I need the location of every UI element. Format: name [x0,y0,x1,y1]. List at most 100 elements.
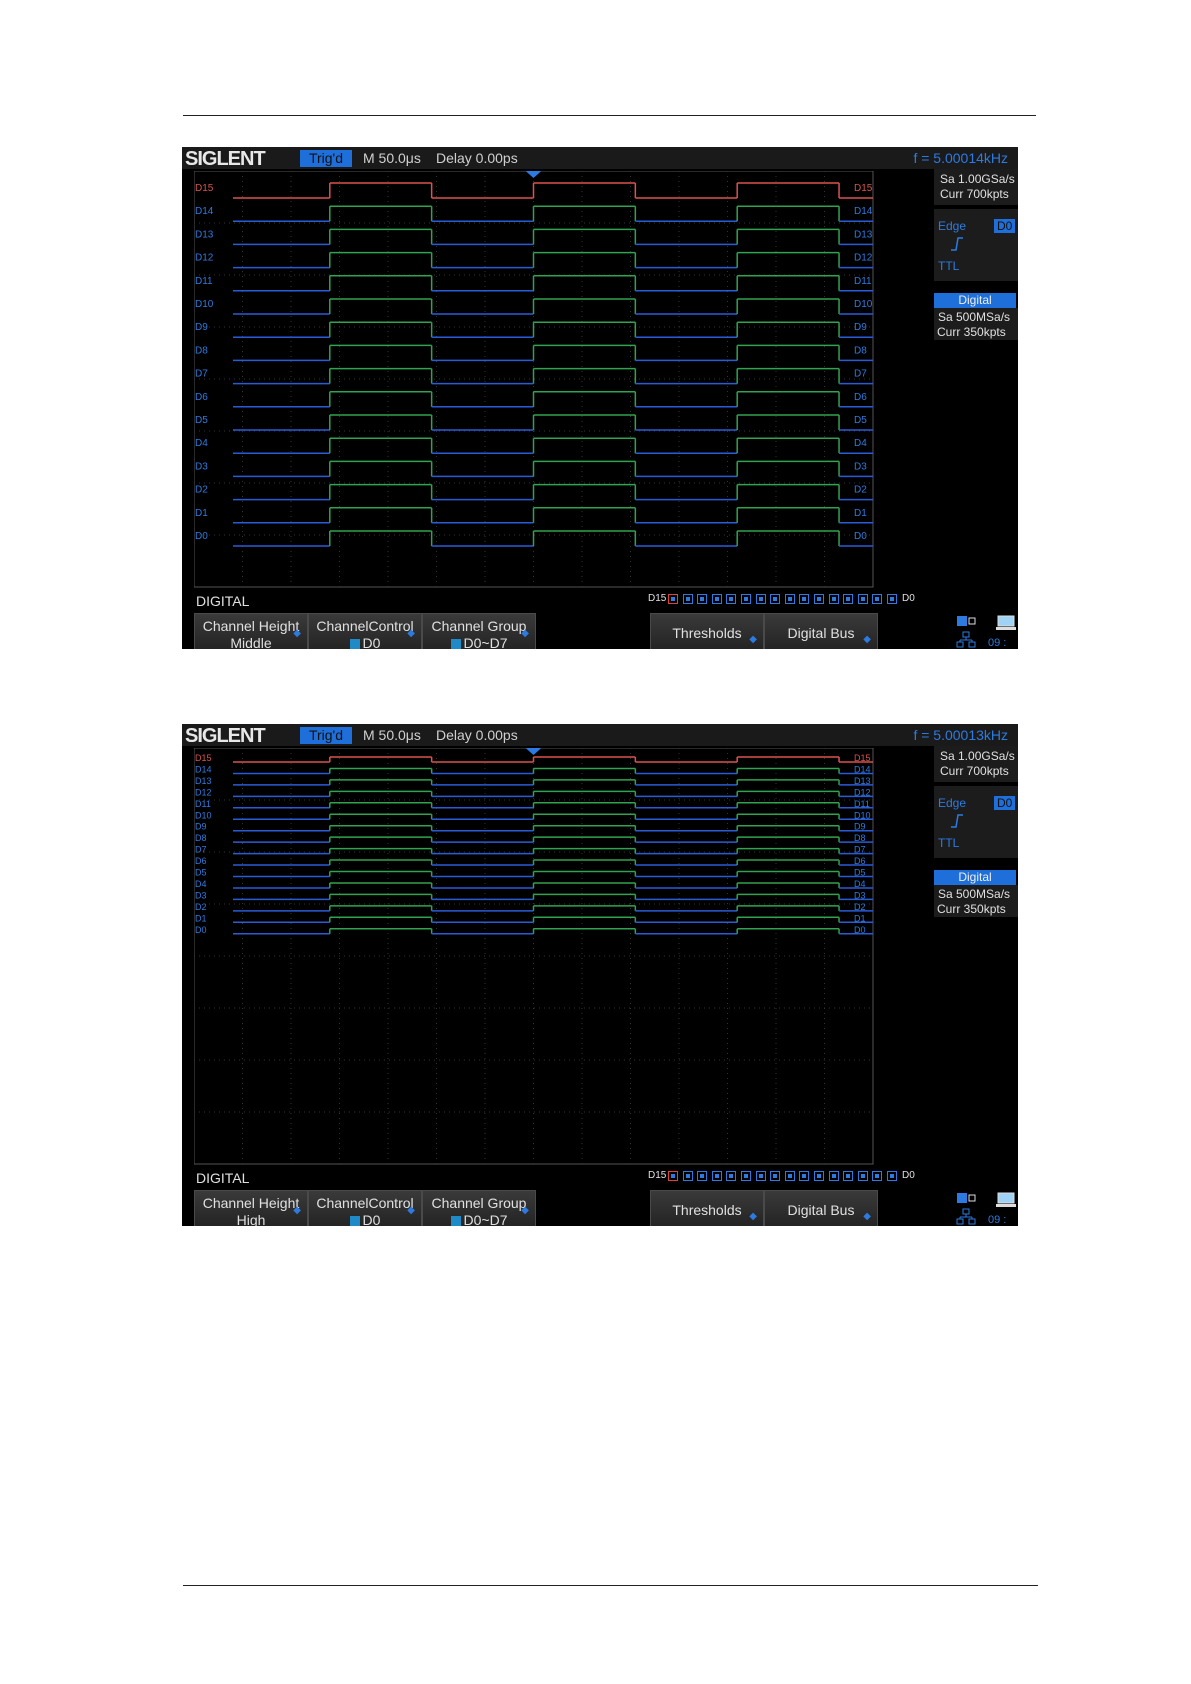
channel-toggle-D10[interactable] [741,594,751,604]
channel-height-button[interactable]: Channel Height Middle ◆ [194,613,308,649]
channel-label-left: D5 [195,415,208,426]
trace-D5 [233,870,873,878]
channel-group-value: D0~D7 [463,1212,508,1226]
memory-depth: Curr 700kpts [940,187,1009,201]
channel-toggle-D0[interactable] [887,594,897,604]
channel-height-button[interactable]: Channel Height High ◆ [194,1190,308,1226]
timebase-readout[interactable]: M 50.0μs [363,150,421,166]
channel-toggle-D12[interactable] [711,594,722,604]
channel-control-value-row: D0 [309,1212,421,1226]
trace-D0 [233,928,873,935]
channel-toggle-D1[interactable] [872,1171,883,1181]
channel-label-left: D13 [195,229,214,240]
channel-toggle-D11[interactable] [726,594,737,604]
digital-box-title[interactable]: Digital [934,293,1016,308]
channel-toggle-D4[interactable] [828,1171,839,1181]
brand-logo: SIGLENT [185,148,266,170]
channel-group-button[interactable]: Channel Group D0~D7 ◆ [422,613,536,649]
info-sidebar: Sa 1.00GSa/s Curr 700kpts Edge D0 TTL Di… [932,169,1018,589]
channel-toggle-D5[interactable] [814,594,824,604]
trace-D10 [233,813,873,820]
clock: 09 : 40 [988,637,1007,649]
channel-label-left: D6 [195,392,208,403]
delay-readout[interactable]: Delay 0.00ps [436,727,518,743]
digital-memory-depth: Curr 350kpts [937,325,1006,339]
channel-toggle-D15[interactable] [668,1171,678,1181]
waveform-display[interactable]: D15 D15D14 D14D13 D13D12 D12D11 D11D10 D10D9 D9… [194,748,930,1166]
computer-icon [996,615,1016,630]
channel-label-right: D9 [854,822,866,832]
channel-toggle-D7[interactable] [784,1171,795,1181]
channel-control-value-row: D0 [309,635,421,649]
header-bar: SIGLENT Trig'd M 50.0μs Delay 0.00ps f =… [182,724,1018,747]
channel-toggle-D13[interactable] [697,1171,708,1181]
channel-label-right: D13 [854,776,871,786]
channel-label-left: D1 [195,913,207,923]
thresholds-button[interactable]: Thresholds ◆ [650,1190,764,1226]
channel-toggle-D3[interactable] [843,594,854,604]
info-sidebar: Sa 1.00GSa/s Curr 700kpts Edge D0 TTL Di… [932,746,1018,1166]
channel-toggle-D9[interactable] [755,594,766,604]
group-color-icon [450,1216,461,1226]
waveform-display[interactable]: D15 D15D14 D14D13 D13D12 D12D11 D11D10 D10D9 D9… [194,171,930,589]
digital-box-title[interactable]: Digital [934,870,1016,885]
trace-D15 [233,756,873,763]
digital-bus-button[interactable]: Digital Bus ◆ [764,1190,878,1226]
channel-toggle-D3[interactable] [843,1171,854,1181]
channel-label-left: D10 [195,299,214,310]
channel-toggle-D14[interactable] [682,1171,693,1181]
channel-toggle-D13[interactable] [697,594,708,604]
channel-label-left: D0 [195,531,208,542]
channel-toggle-D8[interactable] [770,1171,781,1181]
digital-bus-button[interactable]: Digital Bus ◆ [764,613,878,649]
channel-toggle-D15[interactable] [668,594,678,604]
header-bar: SIGLENT Trig'd M 50.0μs Delay 0.00ps f =… [182,147,1018,170]
delay-readout[interactable]: Delay 0.00ps [436,150,518,166]
channel-toggle-D12[interactable] [711,1171,722,1181]
channel-label-right: D12 [854,787,871,797]
channel-toggle-D11[interactable] [726,1171,737,1181]
channel-group-button[interactable]: Channel Group D0~D7 ◆ [422,1190,536,1226]
trigger-box[interactable]: Edge D0 TTL [934,786,1018,858]
trace-D14 [233,205,873,222]
channel-control-button[interactable]: ChannelControl D0 ◆ [308,1190,422,1226]
digital-box: Sa 500MSa/s Curr 350kpts [934,885,1018,917]
channel-toggle-D4[interactable] [828,594,839,604]
channel-label-right: D14 [854,206,873,217]
channel-label-left: D5 [195,868,207,878]
channel-toggle-D5[interactable] [814,1171,824,1181]
channel-control-value: D0 [362,635,381,649]
channel-toggle-D8[interactable] [770,594,781,604]
graticule-border [194,748,874,1165]
timebase-readout[interactable]: M 50.0μs [363,727,421,743]
thresholds-button[interactable]: Thresholds ◆ [650,613,764,649]
channel-toggle-D6[interactable] [799,594,810,604]
channel-label-right: D15 [854,183,873,194]
status-corner: 09 : 31 [944,1190,1018,1226]
channel-toggle-D10[interactable] [741,1171,751,1181]
channel-toggle-D14[interactable] [682,594,693,604]
channel-selector[interactable]: D15 D0 [648,1169,948,1183]
trigger-box[interactable]: Edge D0 TTL [934,209,1018,281]
channel-toggle-D0[interactable] [887,1171,897,1181]
digital-memory-depth: Curr 350kpts [937,902,1006,916]
channel-label-right: D3 [854,890,866,900]
memory-depth: Curr 700kpts [940,764,1009,778]
channel-toggle-D2[interactable] [857,594,868,604]
network-icon [956,1208,976,1225]
channel-toggle-D6[interactable] [799,1171,810,1181]
channel-toggle-D2[interactable] [857,1171,868,1181]
channel-selector[interactable]: D15 D0 [648,592,948,606]
trigger-status-badge: Trig'd [300,150,352,167]
channel-toggle-D7[interactable] [784,594,795,604]
channel-label-left: D2 [195,902,207,912]
group-color-icon [450,639,461,649]
trace-D0 [233,530,873,547]
channel-toggle-D1[interactable] [872,594,883,604]
channel-control-button[interactable]: ChannelControl D0 ◆ [308,613,422,649]
channel-label-right: D4 [854,879,866,889]
channel-label-right: D11 [854,799,870,809]
channel-toggle-D9[interactable] [755,1171,766,1181]
trace-D6 [233,391,873,408]
channel-label-left: D6 [195,856,207,866]
